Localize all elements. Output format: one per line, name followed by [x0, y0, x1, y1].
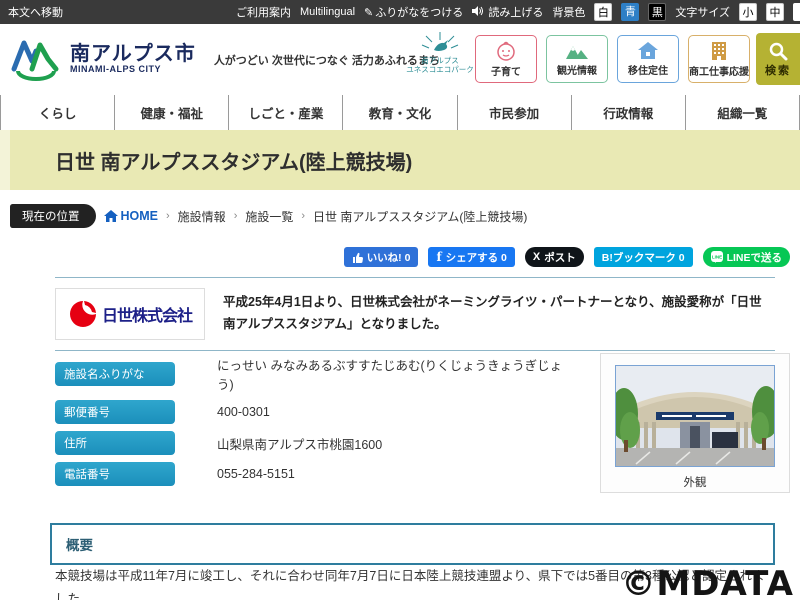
mdata-watermark: ©MDATA — [621, 564, 794, 600]
row-label-address: 住所 — [55, 431, 175, 455]
row-label-furigana: 施設名ふりがな — [55, 362, 175, 386]
home-icon — [104, 210, 118, 222]
fontsize-small-button[interactable]: 小 — [739, 3, 757, 21]
house-icon — [637, 41, 659, 60]
city-name-en: MINAMI-ALPS CITY — [70, 65, 196, 74]
baby-icon — [495, 41, 517, 61]
breadcrumb-home-link[interactable]: HOME — [104, 209, 159, 223]
row-value-phone: 055-284-5151 — [175, 467, 295, 481]
fontsize-large-button-cutoff[interactable] — [793, 3, 800, 21]
nissei-swirl-icon — [68, 299, 98, 329]
facebook-share-button[interactable]: f シェアする 0 — [428, 247, 514, 267]
breadcrumb-shisetsu-joho[interactable]: 施設情報 — [178, 208, 226, 225]
fontsize-label: 文字サイズ — [675, 4, 730, 20]
page-title: 日世 南アルプススタジアム(陸上競技場) — [55, 146, 412, 175]
overview-section-header: 概要 — [50, 523, 775, 565]
usage-guide-link[interactable]: ご利用案内 — [236, 4, 291, 20]
stadium-photo — [615, 365, 775, 467]
nav-gyosei[interactable]: 行政情報 — [572, 95, 686, 130]
table-row: 郵便番号 400-0301 — [55, 400, 575, 424]
furigana-link[interactable]: ✎ふりがなをつける — [364, 4, 463, 20]
utility-bar: 本文へ移動 ご利用案内 Multilingual ✎ふりがなをつける 読み上げる… — [0, 0, 800, 24]
thumbs-up-icon — [352, 252, 363, 263]
row-value-address: 山梨県南アルプス市桃園1600 — [175, 434, 382, 453]
naming-rights-section: 日世株式会社 平成25年4月1日より、日世株式会社がネーミングライツ・パートナー… — [55, 277, 775, 351]
multilingual-link[interactable]: Multilingual — [300, 6, 355, 18]
hatena-bookmark-button[interactable]: B!ブックマーク 0 — [594, 247, 693, 267]
read-aloud-link[interactable]: 読み上げる — [472, 4, 543, 20]
row-label-postal: 郵便番号 — [55, 400, 175, 424]
search-icon — [768, 41, 788, 61]
facebook-icon: f — [436, 250, 441, 264]
row-value-postal: 400-0301 — [175, 405, 270, 419]
line-share-button[interactable]: LINE LINEで送る — [703, 247, 790, 267]
row-value-furigana: にっせい みなみあるぶすすたじあむ(りくじょうきょうぎじょう) — [175, 355, 575, 393]
breadcrumb-current-page: 日世 南アルプススタジアム(陸上競技場) — [313, 208, 527, 225]
nav-kyoiku[interactable]: 教育・文化 — [343, 95, 457, 130]
breadcrumb-separator: › — [234, 210, 238, 222]
share-bar: いいね! 0 f シェアする 0 X ポスト B!ブックマーク 0 LINE L… — [344, 247, 790, 267]
ecopark-logo: 南アルプス ユネスコエコパーク — [404, 30, 476, 75]
nav-shimin[interactable]: 市民参加 — [458, 95, 572, 130]
city-name-jp: 南アルプス市 — [70, 44, 196, 65]
ecopark-line1: 南アルプス — [404, 56, 476, 65]
current-location-badge: 現在の位置 — [10, 204, 96, 228]
speaker-icon — [472, 7, 486, 19]
photo-caption: 外観 — [684, 474, 707, 490]
search-button[interactable]: 検索 — [756, 33, 800, 85]
overview-heading: 概要 — [66, 534, 759, 554]
city-logo[interactable]: 南アルプス市 MINAMI-ALPS CITY — [10, 35, 196, 85]
bgcolor-black-button[interactable]: 黒 — [648, 3, 666, 21]
fontsize-medium-button[interactable]: 中 — [766, 3, 784, 21]
building-icon — [710, 41, 728, 61]
x-icon: X — [533, 251, 540, 263]
svg-text:LINE: LINE — [711, 255, 721, 260]
line-icon: LINE — [711, 251, 723, 263]
shoko-button[interactable]: 商工仕事応援 — [688, 35, 750, 83]
table-row: 住所 山梨県南アルプス市桃園1600 — [55, 431, 575, 455]
nissei-company-logo: 日世株式会社 — [55, 288, 205, 340]
bgcolor-label: 背景色 — [552, 4, 585, 20]
row-label-phone: 電話番号 — [55, 462, 175, 486]
mountain-icon — [564, 42, 590, 60]
x-post-button[interactable]: X ポスト — [525, 247, 584, 267]
nav-kurashi[interactable]: くらし — [0, 95, 115, 130]
naming-rights-text: 平成25年4月1日より、日世株式会社がネーミングライツ・パートナーとなり、施設愛… — [223, 292, 775, 336]
table-row: 施設名ふりがな にっせい みなみあるぶすすたじあむ(りくじょうきょうぎじょう) — [55, 355, 575, 393]
global-nav: くらし 健康・福祉 しごと・産業 教育・文化 市民参加 行政情報 組織一覧 — [0, 95, 800, 130]
mountain-logo-icon — [10, 35, 62, 85]
ecopark-line2: ユネスコエコパーク — [404, 65, 476, 74]
kanko-button[interactable]: 観光情報 — [546, 35, 608, 83]
page-title-band: 日世 南アルプススタジアム(陸上競技場) — [0, 130, 800, 190]
iju-button[interactable]: 移住定住 — [617, 35, 679, 83]
table-row: 電話番号 055-284-5151 — [55, 462, 575, 486]
pencil-icon: ✎ — [364, 7, 373, 19]
stadium-photo-card: 外観 — [600, 353, 790, 493]
nav-soshiki[interactable]: 組織一覧 — [686, 95, 800, 130]
site-header: 南アルプス市 MINAMI-ALPS CITY 人がつどい 次世代につなぐ 活力… — [0, 24, 800, 95]
nav-shigoto[interactable]: しごと・産業 — [229, 95, 343, 130]
breadcrumb-shisetsu-ichiran[interactable]: 施設一覧 — [245, 208, 293, 225]
facility-info-table: 施設名ふりがな にっせい みなみあるぶすすたじあむ(りくじょうきょうぎじょう) … — [55, 355, 575, 493]
bgcolor-blue-button[interactable]: 青 — [621, 3, 639, 21]
breadcrumb: 現在の位置 HOME › 施設情報 › 施設一覧 › 日世 南アルプススタジアム… — [0, 204, 800, 228]
breadcrumb-separator: › — [166, 210, 170, 222]
nav-kenko[interactable]: 健康・福祉 — [115, 95, 229, 130]
kosodate-button[interactable]: 子育て — [475, 35, 537, 83]
facebook-like-button[interactable]: いいね! 0 — [344, 247, 419, 267]
page-root: 本文へ移動 ご利用案内 Multilingual ✎ふりがなをつける 読み上げる… — [0, 0, 800, 600]
bgcolor-white-button[interactable]: 白 — [594, 3, 612, 21]
skip-to-content-link[interactable]: 本文へ移動 — [8, 4, 63, 20]
breadcrumb-separator: › — [301, 210, 305, 222]
